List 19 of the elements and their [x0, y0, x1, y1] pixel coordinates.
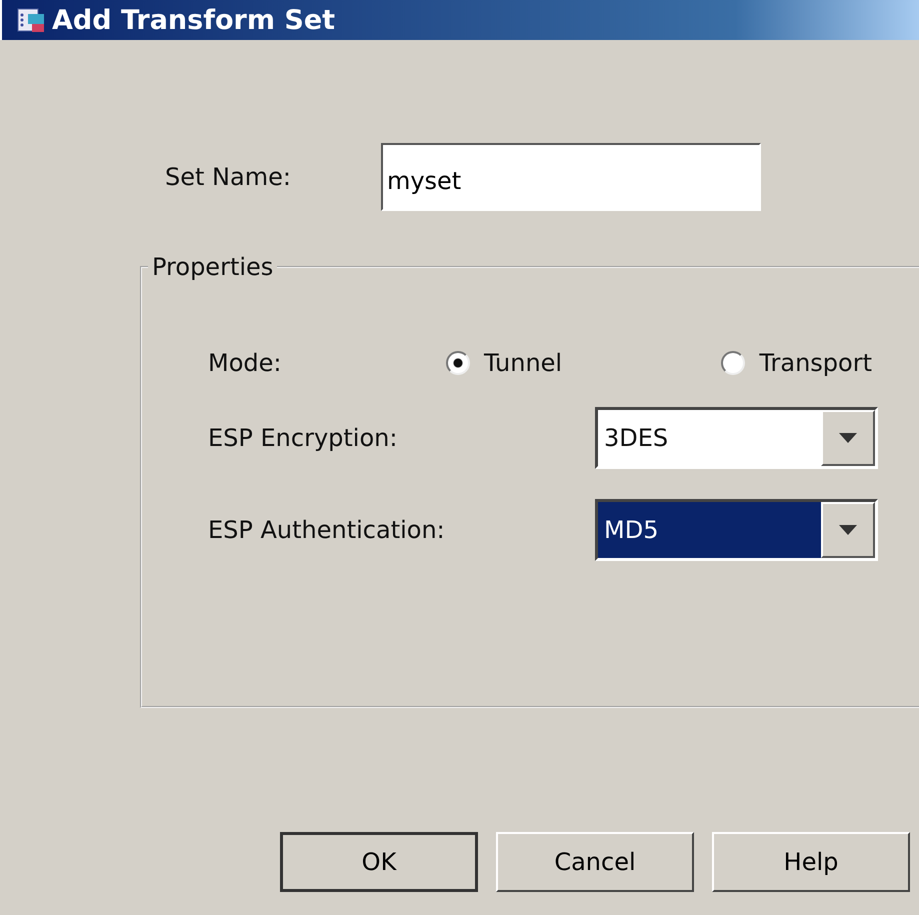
app-icon: [16, 6, 46, 34]
caret-icon: [839, 525, 857, 535]
radio-option[interactable]: Tunnel: [446, 349, 562, 377]
dialog-button[interactable]: OK: [280, 832, 478, 892]
dropdown-button[interactable]: [821, 410, 875, 466]
set-name-label: Set Name:: [165, 163, 291, 191]
dialog-button[interactable]: Help: [712, 832, 910, 892]
radio-option[interactable]: Transport: [721, 349, 872, 377]
dropdown-button[interactable]: [821, 502, 875, 558]
caret-icon: [839, 433, 857, 443]
properties-legend: Properties: [148, 253, 278, 281]
dropdown[interactable]: 3DES: [595, 407, 878, 469]
dropdown[interactable]: MD5: [595, 499, 878, 561]
set-name-field[interactable]: myset: [380, 143, 761, 211]
dropdown-label: ESP Encryption:: [208, 424, 398, 452]
dropdown-label: ESP Authentication:: [208, 516, 445, 544]
mode-label: Mode:: [208, 349, 282, 377]
dialog-button[interactable]: Cancel: [496, 832, 694, 892]
window-title: Add Transform Set: [52, 4, 336, 36]
